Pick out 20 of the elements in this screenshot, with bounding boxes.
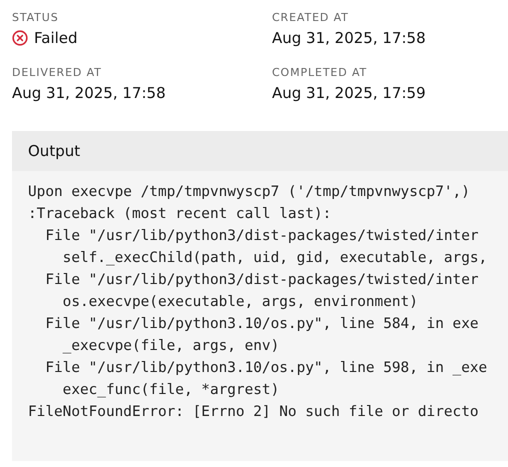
output-line: self._execChild(path, uid, gid, executable, args, [62,249,488,268]
field-value: Aug 31, 2025, 17:58 [272,28,427,49]
field-value: Aug 31, 2025, 17:58 [12,83,167,104]
output-line: exec_func(file, *argrest) [62,381,280,400]
field-label: DELIVERED AT [12,65,103,81]
output-line: :Traceback (most recent call last): [28,205,332,224]
output-line: _execvpe(file, args, env) [62,337,280,356]
field-label: COMPLETED AT [272,65,368,81]
output-line: File "/usr/lib/python3.10/os.py", line 584, in exe [44,315,480,334]
output-line: os.execvpe(executable, args, environment) [62,293,419,312]
output-line: File "/usr/lib/python3/dist-packages/twisted/inter [44,271,480,290]
output-line: File "/usr/lib/python3.10/os.py", line 598, in _exe [44,359,488,378]
output-header: Output [12,131,508,171]
status-value: Failed [34,28,78,49]
output-line: FileNotFoundError: [Errno 2] No such file or directo [28,403,480,422]
field-value: Aug 31, 2025, 17:59 [272,83,427,104]
output-line: File "/usr/lib/python3/dist-packages/twisted/inter [44,227,480,246]
field-label: CREATED AT [272,10,350,26]
field-label: STATUS [12,10,60,26]
output-line: Upon execvpe /tmp/tmpvnwyscp7 ('/tmp/tmpvnwyscp7',) [28,183,471,202]
